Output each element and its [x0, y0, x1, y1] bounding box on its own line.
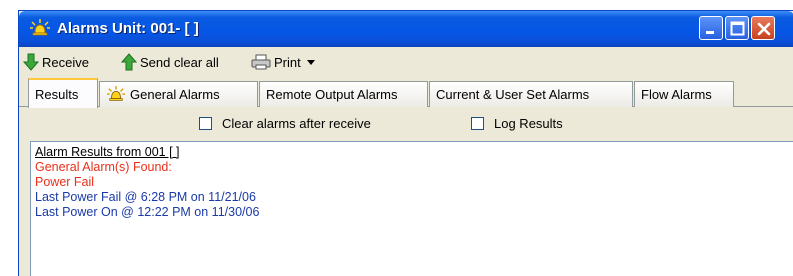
arrow-down-icon	[23, 53, 39, 71]
log-results-label: Log Results	[494, 116, 563, 131]
toolbar: Receive Send clear all Print	[19, 47, 793, 77]
send-clear-all-button[interactable]: Send clear all	[121, 52, 219, 72]
tab-label: General Alarms	[130, 87, 220, 102]
log-results-checkbox[interactable]: Log Results	[471, 116, 563, 131]
arrow-up-icon	[121, 53, 137, 71]
tab-general-alarms[interactable]: General Alarms	[99, 81, 258, 107]
maximize-icon	[730, 21, 745, 36]
checkbox-box[interactable]	[471, 117, 484, 130]
results-line: Alarm Results from 001 [ ]	[35, 145, 180, 159]
print-label: Print	[274, 54, 301, 70]
tab-remote-output-alarms[interactable]: Remote Output Alarms	[259, 81, 428, 107]
minimize-icon	[706, 31, 714, 34]
options-row: Clear alarms after receive Log Results	[19, 107, 793, 139]
receive-label: Receive	[42, 54, 89, 70]
chevron-down-icon[interactable]	[305, 57, 317, 67]
clear-alarms-label: Clear alarms after receive	[222, 116, 371, 131]
checkbox-box[interactable]	[199, 117, 212, 130]
print-button[interactable]: Print	[251, 52, 320, 72]
window-title: Alarms Unit: 001- [ ]	[57, 20, 199, 37]
close-icon	[757, 22, 771, 36]
results-line: Power Fail	[35, 175, 95, 189]
alarm-bell-icon	[30, 19, 50, 36]
title-bar[interactable]: Alarms Unit: 001- [ ]	[19, 11, 793, 47]
maximize-button[interactable]	[725, 16, 749, 40]
tab-flow-alarms[interactable]: Flow Alarms	[634, 81, 734, 107]
alarms-window: Alarms Unit: 001- [ ] Receive Send clear…	[18, 10, 793, 276]
results-textbox[interactable]: Alarm Results from 001 [ ] General Alarm…	[30, 141, 793, 276]
tab-results[interactable]: Results	[28, 78, 98, 108]
tab-label: Remote Output Alarms	[266, 87, 398, 102]
minimize-button[interactable]	[699, 16, 723, 40]
send-clear-all-label: Send clear all	[140, 54, 219, 70]
tab-strip: Results General Alarms Remote Output Ala…	[19, 77, 793, 108]
tab-label: Results	[35, 86, 79, 102]
tab-label: Current & User Set Alarms	[436, 87, 590, 102]
results-panel: Clear alarms after receive Log Results A…	[19, 107, 793, 276]
results-line: Last Power Fail @ 6:28 PM on 11/21/06	[35, 190, 256, 204]
results-line: Last Power On @ 12:22 PM on 11/30/06	[35, 205, 260, 219]
tab-current-user-set-alarms[interactable]: Current & User Set Alarms	[429, 81, 633, 107]
receive-button[interactable]: Receive	[23, 52, 89, 72]
alarm-bell-icon	[107, 85, 125, 101]
clear-alarms-checkbox[interactable]: Clear alarms after receive	[199, 116, 371, 131]
tab-label: Flow Alarms	[641, 87, 712, 102]
printer-icon	[251, 54, 271, 70]
close-button[interactable]	[751, 16, 775, 40]
results-line: General Alarm(s) Found:	[35, 160, 172, 174]
